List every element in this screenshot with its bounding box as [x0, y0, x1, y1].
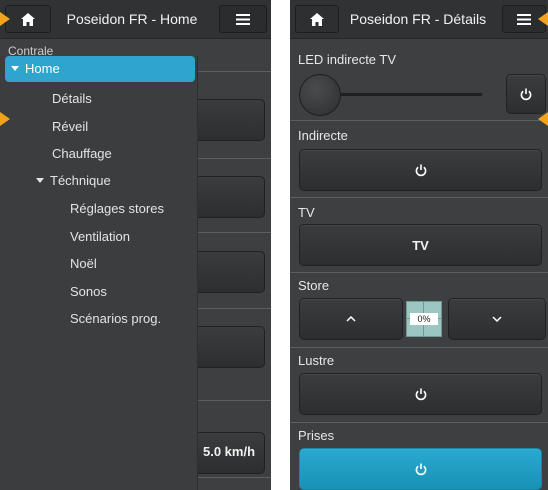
section-label: Indirecte [298, 128, 348, 143]
menu-item-scenarios-prog[interactable]: Scénarios prog. [0, 307, 267, 331]
hamburger-menu-icon [517, 13, 531, 25]
caret-down-icon [11, 66, 19, 72]
power-icon [415, 463, 426, 475]
menu-item-details[interactable]: Détails [0, 87, 249, 111]
section-label: Prises [298, 428, 335, 443]
navigation-menu: Home Détails Réveil Chauffage Téchnique … [0, 56, 198, 490]
store-position-indicator: 0% [406, 301, 442, 337]
menu-item-home[interactable]: Home [5, 56, 195, 82]
menu-item-reglages-stores[interactable]: Réglages stores [0, 197, 267, 221]
section-label: Store [298, 278, 330, 293]
store-percent: 0% [410, 313, 438, 325]
menu-item-reveil[interactable]: Réveil [0, 115, 249, 139]
page-title: Poseidon FR - Home [66, 11, 198, 27]
indirecte-power-button[interactable] [299, 149, 542, 191]
power-icon [520, 88, 532, 100]
highlight-arrow-icon [538, 12, 548, 26]
home-screen: Poseidon FR - Home Contrale 5.0 km/h Hom… [0, 0, 271, 490]
divider [290, 272, 548, 273]
prises-power-button[interactable] [299, 448, 542, 490]
top-bar: Poseidon FR - Détails [290, 0, 548, 39]
menu-item-chauffage[interactable]: Chauffage [0, 142, 249, 166]
chevron-up-icon [346, 316, 356, 322]
speed-value: 5.0 km/h [203, 444, 256, 459]
home-icon [21, 12, 35, 26]
lustre-power-button[interactable] [299, 373, 542, 415]
home-button[interactable] [5, 5, 51, 33]
highlight-arrow-icon [0, 12, 10, 26]
home-button[interactable] [295, 5, 339, 33]
divider [290, 347, 548, 348]
divider [290, 120, 548, 121]
tv-button[interactable]: TV [299, 224, 542, 266]
section-label: TV [298, 205, 315, 220]
highlight-arrow-icon [0, 112, 10, 126]
menu-button[interactable] [219, 5, 267, 33]
menu-item-noel[interactable]: Noël [0, 252, 267, 276]
menu-item-sonos[interactable]: Sonos [0, 280, 267, 304]
power-icon [415, 164, 426, 176]
menu-item-ventilation[interactable]: Ventilation [0, 225, 267, 249]
led-power-button[interactable] [506, 74, 546, 114]
store-up-button[interactable] [299, 298, 403, 340]
caret-down-icon [36, 178, 44, 184]
section-label: Lustre [298, 353, 335, 368]
chevron-down-icon [492, 316, 502, 322]
hamburger-menu-icon [236, 13, 250, 25]
divider [290, 197, 548, 198]
section-label: LED indirecte TV [298, 52, 397, 67]
highlight-arrow-icon [538, 112, 548, 126]
details-screen: Poseidon FR - Détails LED indirecte TV I… [290, 0, 548, 490]
page-title: Poseidon FR - Détails [349, 11, 487, 27]
home-icon [310, 12, 324, 26]
slider-track[interactable] [318, 93, 482, 96]
power-icon [415, 388, 426, 400]
menu-item-technique[interactable]: Téchnique [0, 169, 233, 193]
top-bar: Poseidon FR - Home [0, 0, 271, 39]
divider [290, 422, 548, 423]
store-down-button[interactable] [448, 298, 546, 340]
slider-knob[interactable] [299, 74, 341, 116]
